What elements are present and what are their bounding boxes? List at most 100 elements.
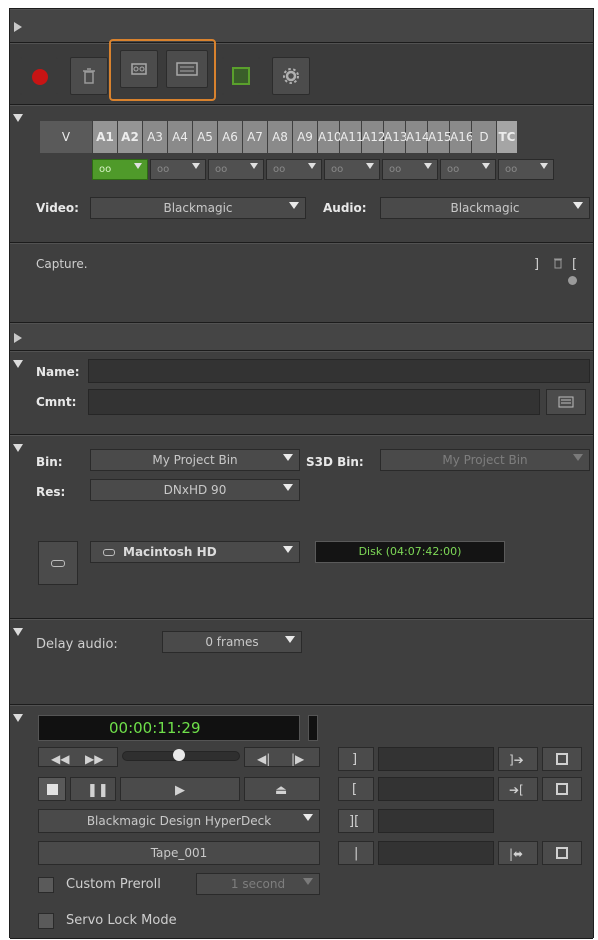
clear-out-icon [556,753,568,765]
track-a9-toggle[interactable]: A9 [293,121,317,153]
bin-select[interactable]: My Project Bin [90,449,300,471]
track-pair-select[interactable]: oo [440,159,496,180]
rewind-icon[interactable]: ◀◀ [51,748,69,770]
track-tc-toggle[interactable]: TC [497,121,517,153]
capture-log-button[interactable] [166,50,208,88]
go-to-in-button[interactable]: ➔[ [498,777,538,801]
record-button[interactable] [20,57,58,95]
duration-button[interactable]: ][ [338,809,374,833]
track-a16-toggle[interactable]: A16 [450,121,473,153]
name-input[interactable] [88,359,590,383]
track-pair-value: oo [215,164,228,175]
collapse-triangle-icon[interactable] [13,360,23,368]
resolution-select[interactable]: DNxHD 90 [90,479,300,501]
track-a5-toggle[interactable]: A5 [193,121,217,153]
mark-in-icon[interactable]: [ [572,257,577,272]
clear-in-button[interactable] [542,777,582,801]
mark-clip-button[interactable]: | [338,841,374,865]
mark-in-start-button[interactable]: [ [338,777,374,801]
track-pair-select[interactable]: oo [266,159,322,180]
track-pair-select[interactable]: oo [150,159,206,180]
track-a15-toggle[interactable]: A15 [428,121,451,153]
go-to-mark-button[interactable]: |⬌ [498,841,538,865]
collapse-triangle-icon[interactable] [13,444,23,452]
eject-button[interactable]: ⏏ [244,777,320,801]
track-a12-toggle[interactable]: A12 [362,121,385,153]
pause-button[interactable]: ❚❚ [70,777,116,801]
deck-select[interactable]: Blackmagic Design HyperDeck [38,809,320,833]
track-pair-select[interactable]: oo [498,159,554,180]
track-a4-toggle[interactable]: A4 [168,121,192,153]
track-pair-select[interactable]: oo [92,159,148,180]
chevron-down-icon [573,202,583,209]
trash-button[interactable] [70,57,108,95]
clip-timecode[interactable] [378,841,494,865]
track-a14-toggle[interactable]: A14 [406,121,429,153]
collapse-triangle-icon[interactable] [13,114,23,122]
step-back-icon[interactable]: ◀| [257,748,270,770]
clear-mark-button[interactable] [542,841,582,865]
settings-button[interactable] [272,57,310,95]
collapse-triangle-icon[interactable] [13,714,23,722]
audio-source-select[interactable]: Blackmagic [380,197,590,219]
track-pair-select[interactable]: oo [208,159,264,180]
track-a10-toggle[interactable]: A10 [318,121,341,153]
capture-log-icon [176,62,198,76]
clip-color-button[interactable] [222,57,260,95]
tape-name-field[interactable]: Tape_001 [38,841,320,865]
expand-triangle-icon[interactable] [14,333,22,343]
chevron-down-icon [303,814,313,821]
track-v-toggle[interactable]: V [40,121,92,153]
track-a7-toggle[interactable]: A7 [243,121,267,153]
target-drive-button[interactable] [38,541,78,585]
clear-out-button[interactable] [542,747,582,771]
collapse-triangle-icon[interactable] [13,628,23,636]
mark-in-button[interactable]: ] [338,747,374,771]
shuttle-slider[interactable] [122,749,240,761]
mark-in-timecode[interactable] [378,777,494,801]
custom-preroll-select[interactable]: 1 second [196,873,320,895]
track-a8-toggle[interactable]: A8 [268,121,292,153]
delay-audio-select[interactable]: 0 frames [162,631,302,653]
collapsed-bar[interactable] [10,323,593,351]
collapsed-header[interactable] [10,9,593,43]
go-to-mark-icon: |⬌ [509,847,524,861]
go-to-out-button[interactable]: ]➔ [498,747,538,771]
mark-out-icon[interactable]: ] [534,257,539,272]
trash-icon [83,68,95,84]
clear-in-icon [556,783,568,795]
track-a13-toggle[interactable]: A13 [384,121,407,153]
capture-status-section [10,243,593,323]
track-a6-toggle[interactable]: A6 [218,121,242,153]
fast-forward-icon[interactable]: ▶▶ [85,748,103,770]
target-drive-select[interactable]: Macintosh HD [90,541,300,563]
play-button[interactable]: ▶ [120,777,240,801]
mark-out-icon: ] [352,752,358,767]
mark-out-timecode[interactable] [378,747,494,771]
track-pair-value: oo [99,164,112,175]
track-a3-toggle[interactable]: A3 [143,121,167,153]
resolution-select-value: DNxHD 90 [163,483,227,497]
track-d-toggle[interactable]: D [472,121,496,153]
chevron-down-icon [283,454,293,461]
custom-preroll-checkbox[interactable] [38,877,54,893]
duration-timecode[interactable] [378,809,494,833]
clip-color-icon [232,67,250,85]
expand-triangle-icon[interactable] [14,22,22,32]
capture-tool-window: Video: Blackmagic Audio: Blackmagic Capt… [9,8,594,939]
trash-icon[interactable] [553,257,563,269]
s3d-bin-select[interactable]: My Project Bin [380,449,590,471]
comment-list-button[interactable] [546,389,586,415]
step-forward-icon[interactable]: |▶ [291,748,304,770]
capture-mode-button[interactable] [120,50,158,88]
video-source-select[interactable]: Blackmagic [90,197,306,219]
track-a11-toggle[interactable]: A11 [340,121,363,153]
track-pair-select[interactable]: oo [324,159,380,180]
servo-lock-checkbox[interactable] [38,913,54,929]
track-a1-toggle[interactable]: A1 [93,121,117,153]
track-a2-toggle[interactable]: A2 [118,121,142,153]
stop-button[interactable] [38,777,66,801]
comment-input[interactable] [88,389,540,415]
track-pair-select[interactable]: oo [382,159,438,180]
shuttle-slider-knob[interactable] [173,749,185,761]
